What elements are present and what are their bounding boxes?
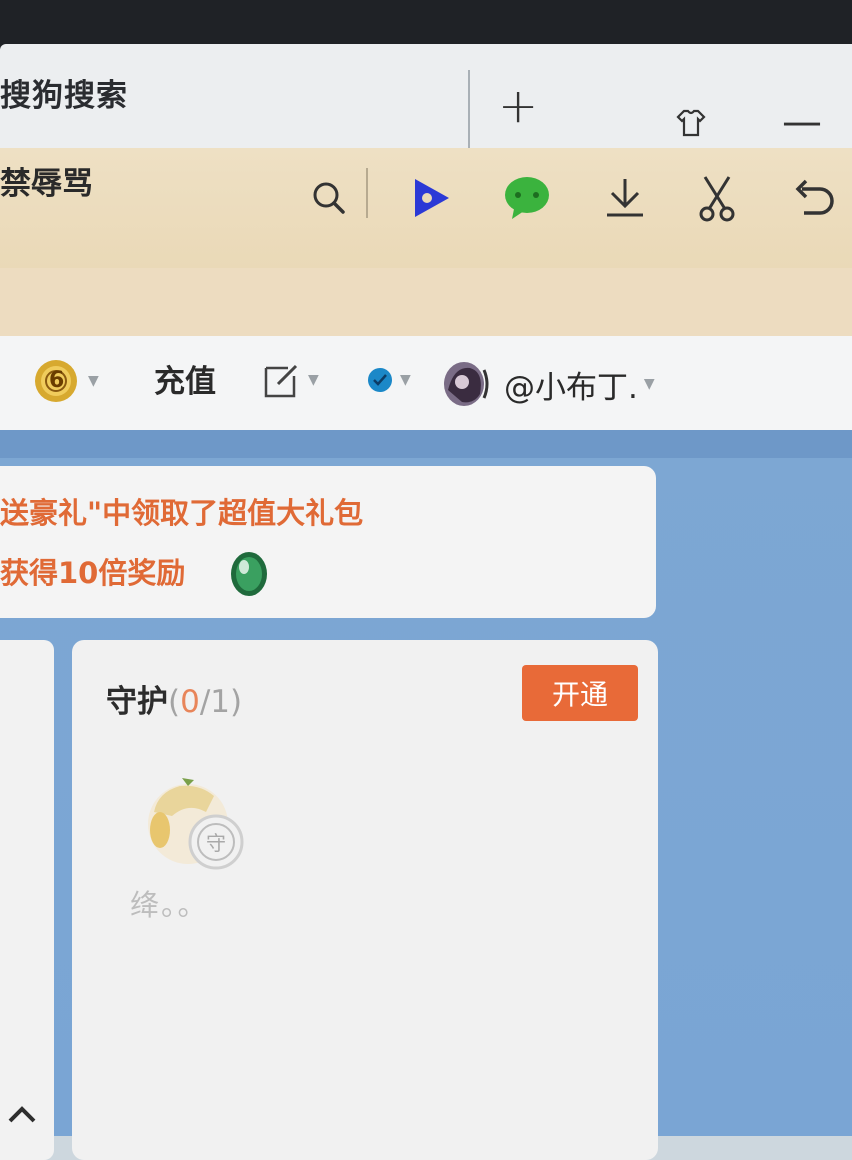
guard-member-name: 绛。。 — [130, 888, 209, 922]
content-top-band — [0, 430, 852, 458]
recharge-link[interactable]: 充值 — [154, 356, 216, 401]
online-status-icon — [368, 368, 392, 392]
scissors-icon[interactable] — [692, 168, 742, 228]
toolbar-search-text[interactable]: 禁辱骂 — [0, 158, 93, 203]
edit-menu[interactable]: ▼ — [262, 360, 319, 400]
toolbar-divider — [366, 168, 368, 218]
green-egg-icon — [231, 552, 267, 596]
browser-tab-title[interactable]: 搜狗搜索 — [0, 70, 128, 115]
notice-text-line2: 获得10倍奖励 — [0, 556, 186, 590]
minimize-icon[interactable]: — — [782, 102, 822, 142]
chevron-down-icon: ▼ — [643, 376, 655, 392]
skin-shirt-icon[interactable] — [676, 108, 706, 146]
new-tab-icon[interactable]: + — [498, 82, 538, 130]
status-menu[interactable]: ▼ — [366, 366, 411, 394]
user-menu[interactable]: @小布丁. ▼ — [440, 360, 655, 408]
chevron-up-icon[interactable] — [6, 1098, 38, 1133]
chevron-down-icon: ▼ — [88, 373, 99, 389]
guard-count-current: 0 — [180, 684, 200, 720]
guard-count-total: /1) — [199, 684, 243, 720]
recharge-label: 充值 — [154, 364, 216, 400]
username: @小布丁. — [504, 369, 638, 406]
download-icon[interactable] — [600, 168, 650, 228]
chevron-down-icon: ▼ — [308, 372, 319, 388]
level-badge-menu[interactable]: 6 ▼ — [32, 358, 99, 404]
level-number: 6 — [49, 368, 65, 393]
edit-icon — [264, 364, 298, 398]
guard-count-open: ( — [168, 684, 181, 720]
tab-separator — [468, 70, 470, 152]
video-play-icon[interactable] — [406, 168, 456, 228]
guard-title: 守护(0/1) — [106, 676, 242, 721]
avatar — [444, 362, 489, 406]
chevron-down-icon: ▼ — [400, 372, 411, 388]
guard-member-avatar[interactable]: 守 — [136, 772, 262, 882]
guard-title-label: 守护 — [106, 684, 168, 720]
user-nav-bar — [0, 336, 852, 432]
search-icon[interactable] — [304, 168, 354, 228]
undo-icon[interactable] — [788, 168, 838, 228]
notice-text-line1: 送豪礼"中领取了超值大礼包 — [0, 496, 364, 530]
chat-bubble-icon[interactable] — [502, 168, 552, 228]
svg-text:守: 守 — [206, 831, 226, 855]
notice-card — [0, 466, 656, 618]
guard-count: (0/1) — [168, 684, 242, 720]
left-side-panel — [0, 640, 54, 1160]
open-guard-button[interactable]: 开通 — [522, 665, 638, 721]
site-header-strip — [0, 268, 852, 338]
